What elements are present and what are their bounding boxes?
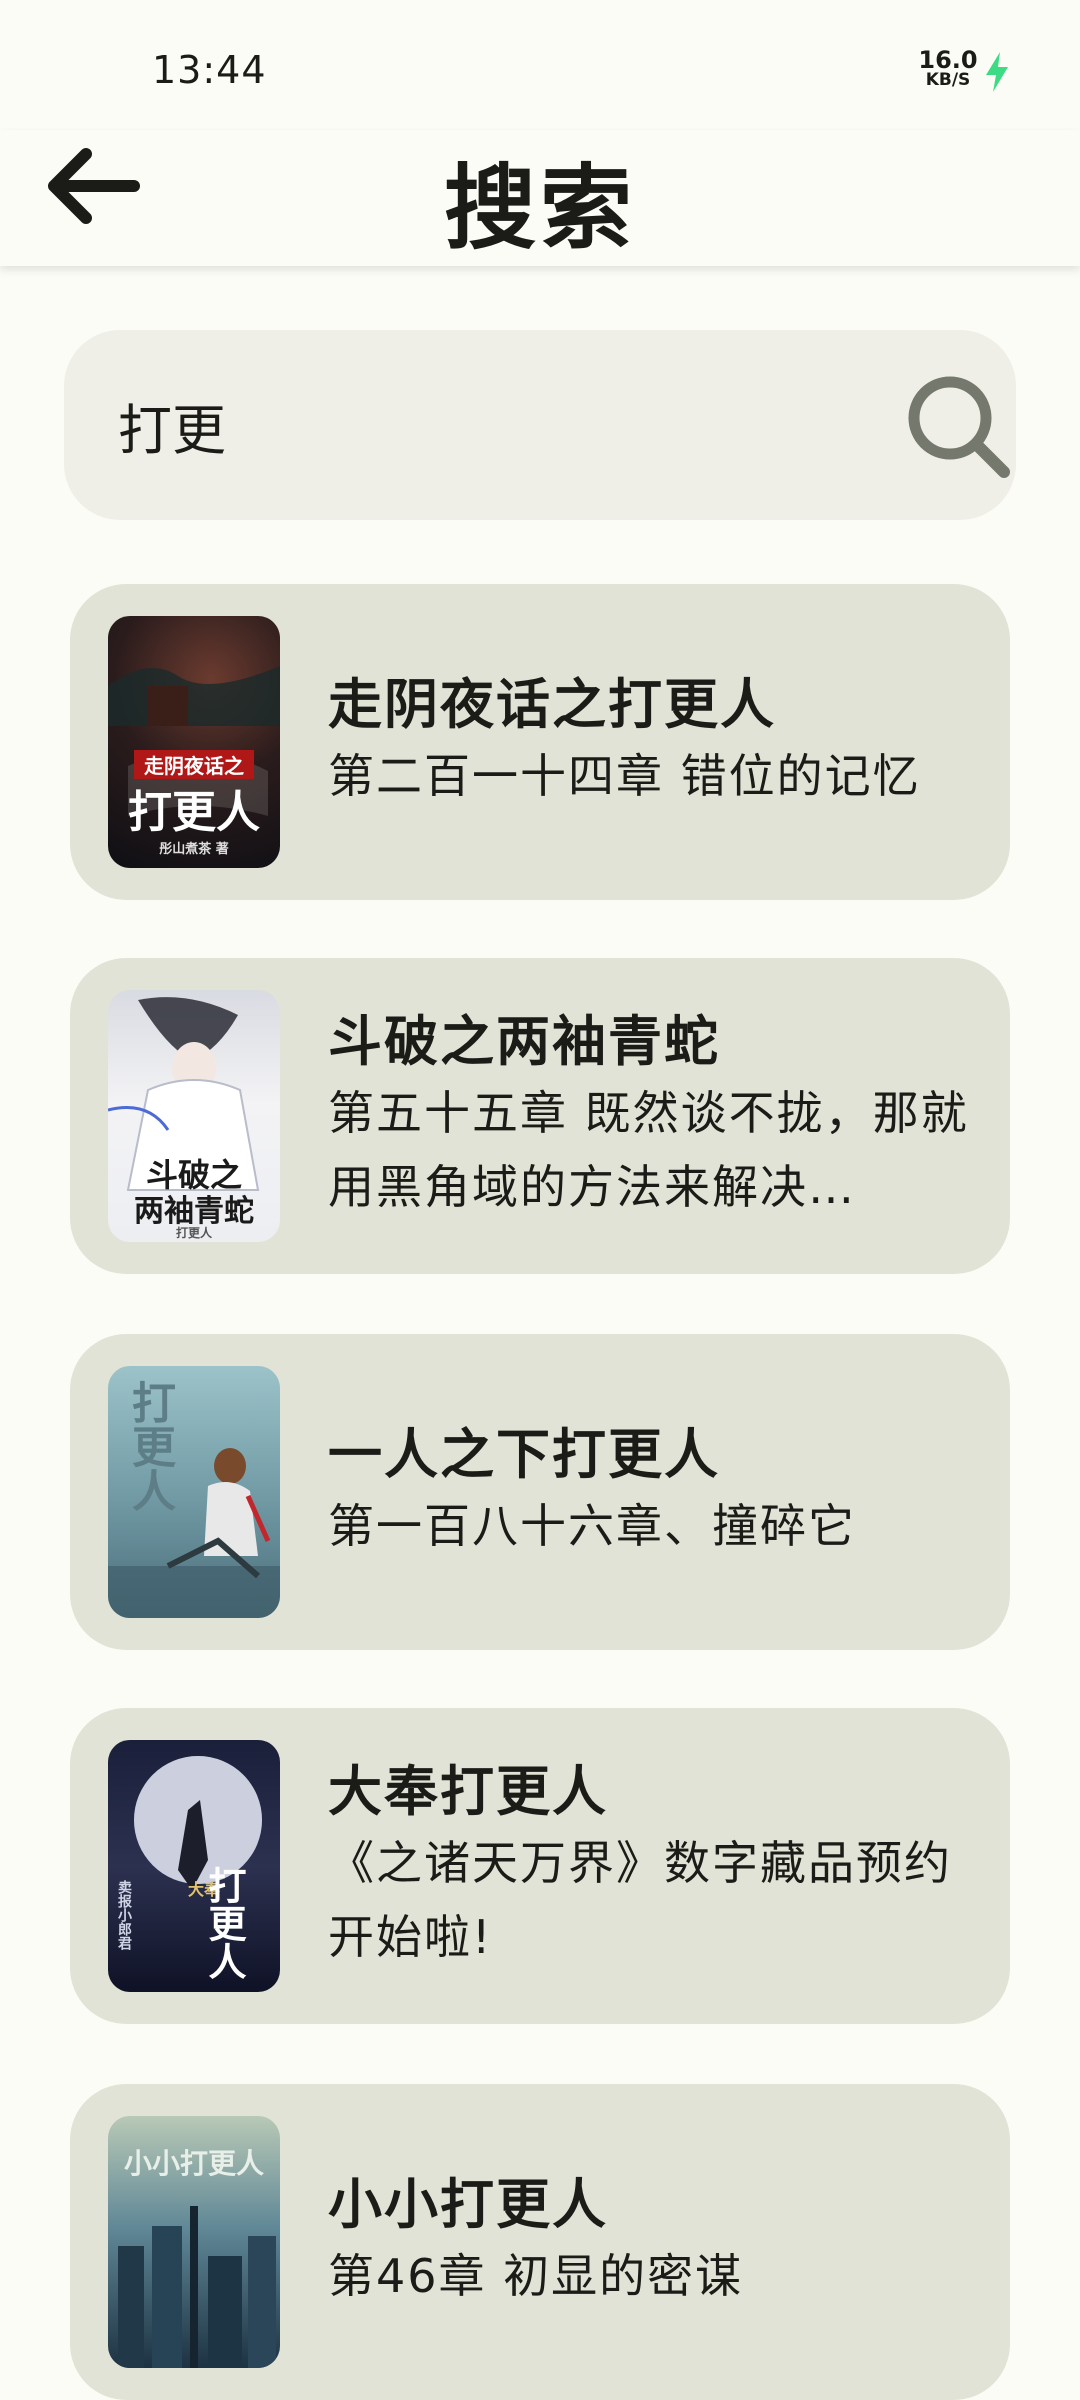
network-speed-value: 16.0 xyxy=(918,46,978,74)
book-info: 小小打更人 第46章 初显的密谋 xyxy=(328,2084,988,2400)
book-cover: 大奉 打更人 卖报小郎君 xyxy=(108,1740,280,1992)
charging-bolt-icon xyxy=(986,52,1008,92)
network-speed-unit: KB/S xyxy=(925,70,971,90)
search-icon xyxy=(908,376,1010,478)
book-cover: 小小打更人 xyxy=(108,2116,280,2368)
result-item[interactable]: 打更人 一人之下打更人 第一百八十六章、撞碎它 xyxy=(70,1334,1010,1650)
network-speed: 16.0 KB/S xyxy=(918,48,978,89)
page-title: 搜索 xyxy=(443,155,636,262)
book-info: 斗破之两袖青蛇 第五十五章 既然谈不拢，那就用黑角域的方法来解决… xyxy=(328,958,988,1274)
book-cover: 斗破之 两袖青蛇 打更人 xyxy=(108,990,280,1242)
book-cover: 走阴夜话之 打更人 彤山煮茶 著 xyxy=(108,616,280,868)
cover-main-text: 打更人 xyxy=(124,1380,175,1512)
latest-chapter: 《之诸天万界》数字藏品预约开始啦! xyxy=(328,1836,952,1964)
latest-chapter: 第五十五章 既然谈不拢，那就用黑角域的方法来解决… xyxy=(328,1086,969,1214)
cover-top-text: 走阴夜话之 xyxy=(134,750,254,779)
cover-author-text: 打更人 xyxy=(175,1226,212,1240)
cover-author-text: 卖报小郎君 xyxy=(116,1880,132,1950)
result-item[interactable]: 小小打更人 小小打更人 第46章 初显的密谋 xyxy=(70,2084,1010,2400)
app-bar: 搜索 xyxy=(0,130,1080,266)
result-item[interactable]: 斗破之 两袖青蛇 打更人 斗破之两袖青蛇 第五十五章 既然谈不拢，那就用黑角域的… xyxy=(70,958,1010,1274)
status-time: 13:44 xyxy=(152,48,267,92)
status-bar: 13:44 16.0 KB/S xyxy=(0,0,1080,130)
book-title: 大奉打更人 xyxy=(328,1760,608,1823)
cover-author-text: 彤山煮茶 著 xyxy=(159,842,229,857)
cover-main-text: 打更人 xyxy=(202,1866,247,1980)
cover-main-text: 小小打更人 xyxy=(123,2147,264,2180)
search-input[interactable] xyxy=(118,330,818,520)
book-info: 走阴夜话之打更人 第二百一十四章 错位的记忆 xyxy=(328,584,988,900)
cover-main-text: 打更人 xyxy=(128,787,260,838)
book-title: 一人之下打更人 xyxy=(328,1423,720,1486)
latest-chapter: 第一百八十六章、撞碎它 xyxy=(328,1499,856,1553)
result-item[interactable]: 走阴夜话之 打更人 彤山煮茶 著 走阴夜话之打更人 第二百一十四章 错位的记忆 xyxy=(70,584,1010,900)
book-title: 走阴夜话之打更人 xyxy=(328,673,776,736)
result-item[interactable]: 大奉 打更人 卖报小郎君 大奉打更人 《之诸天万界》数字藏品预约开始啦! xyxy=(70,1708,1010,2024)
book-title: 斗破之两袖青蛇 xyxy=(328,1010,720,1073)
book-info: 一人之下打更人 第一百八十六章、撞碎它 xyxy=(328,1334,988,1650)
latest-chapter: 第二百一十四章 错位的记忆 xyxy=(328,749,921,803)
cover-art xyxy=(134,1756,262,1890)
search-box xyxy=(64,330,1016,520)
book-info: 大奉打更人 《之诸天万界》数字藏品预约开始啦! xyxy=(328,1708,988,2024)
book-title: 小小打更人 xyxy=(328,2173,608,2236)
search-button[interactable] xyxy=(904,372,1014,482)
book-cover: 打更人 xyxy=(108,1366,280,1618)
latest-chapter: 第46章 初显的密谋 xyxy=(328,2249,744,2303)
